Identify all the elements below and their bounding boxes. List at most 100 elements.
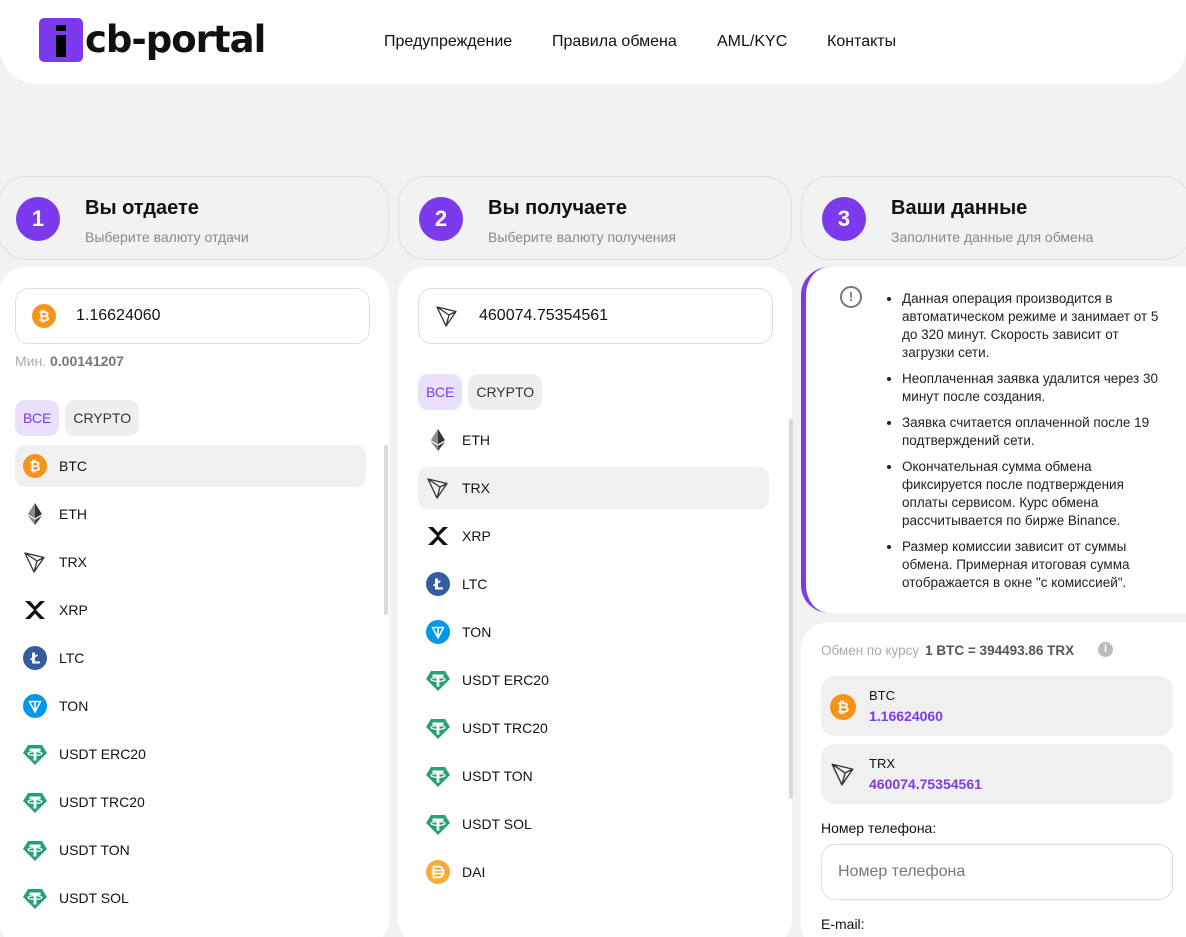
phone-label: Номер телефона: xyxy=(821,820,937,836)
trx-icon xyxy=(23,550,47,574)
exchange-data-panel: Обмен по курсу 1 BTC = 394493.86 TRX i BT… xyxy=(801,622,1186,937)
usdt-icon xyxy=(23,790,47,814)
info-item: Неоплаченная заявка удалится через 30 ми… xyxy=(902,370,1167,406)
min-value: 0.00141207 xyxy=(50,353,124,369)
xrp-icon xyxy=(426,524,450,548)
receive-coin-list: ETH TRX XRP LTC TON USDT ERC20 USDT TRC2… xyxy=(418,419,769,899)
usdt-icon xyxy=(23,886,47,910)
summary-get-coin: TRX xyxy=(869,756,895,771)
step-number: 3 xyxy=(822,197,866,241)
btc-icon xyxy=(830,694,856,720)
summary-give-card: BTC 1.16624060 xyxy=(821,676,1173,736)
give-coin-usdt-erc20[interactable]: USDT ERC20 xyxy=(15,733,366,775)
step-give: 1 Вы отдаете Выберите валюту отдачи xyxy=(0,176,389,260)
filter-all[interactable]: ВСЕ xyxy=(15,400,60,436)
logo-i-icon xyxy=(39,18,83,62)
give-amount-box[interactable] xyxy=(15,288,370,344)
give-coin-xrp[interactable]: XRP xyxy=(15,589,366,631)
min-label: Мин. xyxy=(15,353,47,369)
filter-crypto[interactable]: CRYPTO xyxy=(65,400,140,436)
coin-name: ETH xyxy=(59,506,87,522)
eth-icon xyxy=(426,428,450,452)
rate-label: Обмен по курсу xyxy=(821,643,920,658)
ton-icon xyxy=(426,620,450,644)
btc-icon xyxy=(23,454,47,478)
step-number: 1 xyxy=(16,197,60,241)
receive-filters: ВСЕ CRYPTO xyxy=(418,374,543,410)
usdt-icon xyxy=(23,742,47,766)
eth-icon xyxy=(23,502,47,526)
nav-warning[interactable]: Предупреждение xyxy=(384,33,512,51)
give-coin-usdt-sol[interactable]: USDT SOL xyxy=(15,877,366,919)
give-coin-usdt-trc20[interactable]: USDT TRC20 xyxy=(15,781,366,823)
receive-coin-usdt-sol[interactable]: USDT SOL xyxy=(418,803,769,845)
step-your-data: 3 Ваши данные Заполните данные для обмен… xyxy=(801,176,1186,260)
nav-exchange-rules[interactable]: Правила обмена xyxy=(552,33,677,51)
phone-input[interactable] xyxy=(821,844,1173,900)
nav-contacts[interactable]: Контакты xyxy=(827,33,896,51)
trx-icon xyxy=(426,476,450,500)
info-item: Окончательная сумма обмена фиксируется п… xyxy=(902,458,1167,530)
filter-all[interactable]: ВСЕ xyxy=(418,374,463,410)
info-item: Размер комиссии зависит от суммы обмена.… xyxy=(902,538,1167,592)
give-scrollbar[interactable] xyxy=(384,445,388,615)
give-coin-list: BTC ETH TRX XRP LTC TON USDT ERC20 USDT … xyxy=(15,445,366,925)
receive-coin-trx[interactable]: TRX xyxy=(418,467,769,509)
coin-name: USDT TON xyxy=(59,842,130,858)
receive-coin-xrp[interactable]: XRP xyxy=(418,515,769,557)
info-icon[interactable]: i xyxy=(1098,642,1113,657)
rate-value: 1 BTC = 394493.86 TRX xyxy=(925,643,1075,658)
ltc-icon xyxy=(23,646,47,670)
give-coin-usdt-ton[interactable]: USDT TON xyxy=(15,829,366,871)
email-label: E-mail: xyxy=(821,916,865,932)
filter-crypto[interactable]: CRYPTO xyxy=(468,374,543,410)
give-coin-btc[interactable]: BTC xyxy=(15,445,366,487)
trx-icon xyxy=(435,304,459,328)
ltc-icon xyxy=(426,572,450,596)
summary-give-amount: 1.16624060 xyxy=(869,708,943,724)
give-amount-input[interactable] xyxy=(76,303,356,329)
step-subtitle: Выберите валюту получения xyxy=(488,229,676,245)
ton-icon xyxy=(23,694,47,718)
step-subtitle: Выберите валюту отдачи xyxy=(85,229,249,245)
receive-amount-input[interactable] xyxy=(479,303,759,329)
summary-give-coin: BTC xyxy=(869,688,895,703)
coin-name: BTC xyxy=(59,458,87,474)
coin-name: USDT SOL xyxy=(462,816,532,832)
info-item: Данная операция производится в автоматич… xyxy=(902,290,1167,362)
receive-coin-usdt-erc20[interactable]: USDT ERC20 xyxy=(418,659,769,701)
summary-get-card: TRX 460074.75354561 xyxy=(821,744,1173,804)
receive-coin-usdt-ton[interactable]: USDT TON xyxy=(418,755,769,797)
coin-name: USDT ERC20 xyxy=(462,672,549,688)
step-subtitle: Заполните данные для обмена xyxy=(891,229,1094,245)
give-coin-trx[interactable]: TRX xyxy=(15,541,366,583)
receive-coin-ltc[interactable]: LTC xyxy=(418,563,769,605)
receive-coin-dai[interactable]: DAI xyxy=(418,851,769,893)
nav-aml-kyc[interactable]: AML/KYC xyxy=(717,33,787,51)
give-coin-ltc[interactable]: LTC xyxy=(15,637,366,679)
step-receive: 2 Вы получаете Выберите валюту получения xyxy=(398,176,792,260)
coin-name: USDT ERC20 xyxy=(59,746,146,762)
receive-coin-eth[interactable]: ETH xyxy=(418,419,769,461)
give-coin-eth[interactable]: ETH xyxy=(15,493,366,535)
coin-name: LTC xyxy=(59,650,85,666)
info-list: Данная операция производится в автоматич… xyxy=(882,290,1167,600)
btc-icon xyxy=(32,304,56,328)
coin-name: USDT SOL xyxy=(59,890,129,906)
receive-coin-usdt-trc20[interactable]: USDT TRC20 xyxy=(418,707,769,749)
usdt-icon xyxy=(426,812,450,836)
give-panel: Мин. 0.00141207 ВСЕ CRYPTO BTC ETH TRX X… xyxy=(0,267,389,937)
step-number: 2 xyxy=(419,197,463,241)
exchange-rate: Обмен по курсу 1 BTC = 394493.86 TRX xyxy=(821,643,1074,658)
step-title: Вы получаете xyxy=(488,197,627,219)
receive-coin-ton[interactable]: TON xyxy=(418,611,769,653)
give-coin-ton[interactable]: TON xyxy=(15,685,366,727)
header: cb-portal Предупреждение Правила обмена … xyxy=(0,0,1186,84)
logo[interactable]: cb-portal xyxy=(39,18,266,62)
coin-name: TRX xyxy=(59,554,87,570)
receive-panel: ВСЕ CRYPTO ETH TRX XRP LTC TON USDT ERC2… xyxy=(398,267,793,937)
receive-scrollbar[interactable] xyxy=(789,419,793,799)
coin-name: TON xyxy=(59,698,89,714)
receive-amount-box[interactable] xyxy=(418,288,773,344)
exclamation-icon: ! xyxy=(840,286,862,308)
